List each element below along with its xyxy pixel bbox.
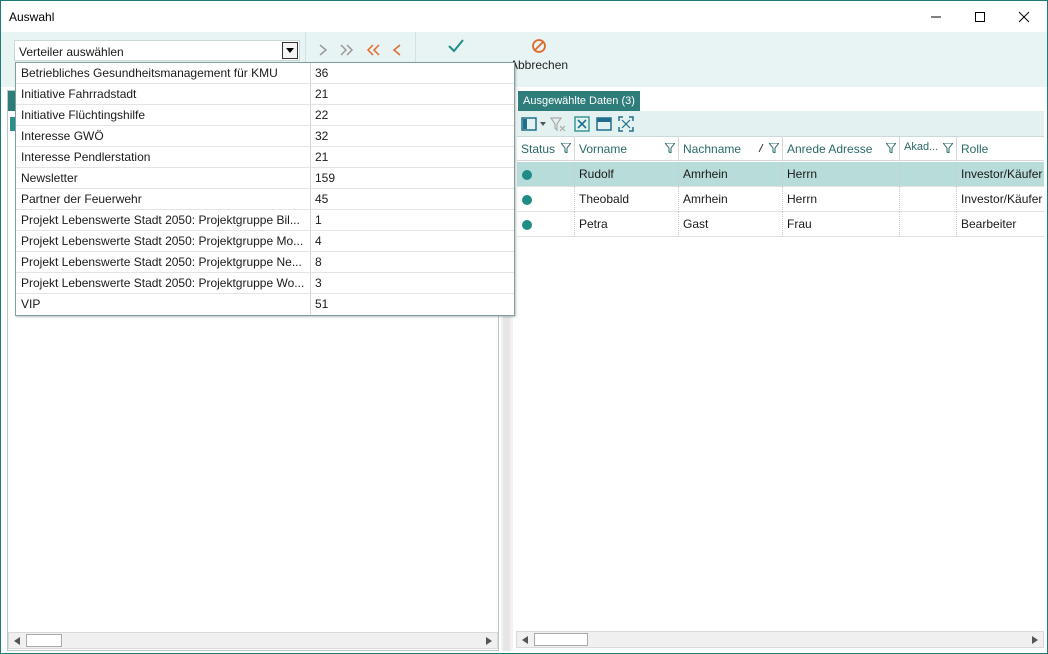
sort-indicator-icon	[758, 144, 764, 152]
maximize-button[interactable]	[957, 1, 1003, 32]
chevron-down-icon[interactable]	[540, 122, 546, 126]
window-title: Auswahl	[9, 10, 55, 24]
status-cell	[517, 212, 575, 237]
combo-value: Verteiler auswählen	[19, 45, 124, 59]
filter-icon[interactable]	[943, 143, 953, 153]
cancel-label: Abbrechen	[510, 58, 569, 72]
table-row[interactable]: Theobald Amrhein Herrn Investor/Käufer	[517, 187, 1044, 212]
verteiler-combobox[interactable]: Verteiler auswählen	[14, 40, 300, 61]
maximize-icon	[975, 11, 985, 22]
dropdown-option[interactable]: VIP 51	[16, 294, 514, 315]
move-all-right-button[interactable]	[336, 40, 358, 60]
confirm-button[interactable]	[447, 38, 465, 58]
checkmark-icon	[448, 39, 464, 53]
scroll-right-button[interactable]	[481, 633, 497, 648]
columns-icon[interactable]	[521, 116, 537, 132]
rolle-cell: Bearbeiter	[961, 217, 1017, 231]
column-header-anrede[interactable]: Anrede Adresse	[783, 137, 900, 161]
dropdown-option[interactable]: Initiative Flüchtingshilfe 22	[16, 105, 514, 126]
status-cell	[517, 162, 575, 187]
status-dot-icon	[522, 220, 532, 230]
filter-icon[interactable]	[769, 143, 779, 153]
status-dot-icon	[522, 195, 532, 205]
triangle-left-icon	[14, 636, 20, 645]
scroll-left-button[interactable]	[517, 632, 533, 647]
right-horizontal-scrollbar[interactable]	[516, 631, 1044, 648]
anrede-cell: Herrn	[783, 162, 900, 187]
dropdown-option[interactable]: Interesse Pendlerstation 21	[16, 147, 514, 168]
fit-columns-icon[interactable]	[618, 116, 634, 132]
filter-icon[interactable]	[665, 143, 675, 153]
triangle-right-icon	[486, 636, 492, 645]
move-all-left-button[interactable]	[362, 40, 384, 60]
dropdown-option[interactable]: Betriebliches Gesundheitsmanagement für …	[16, 63, 514, 84]
dropdown-option[interactable]: Projekt Lebenswerte Stadt 2050: Projektg…	[16, 231, 514, 252]
nachname-cell: Gast	[679, 212, 783, 237]
dropdown-option[interactable]: Newsletter 159	[16, 168, 514, 189]
double-chevron-left-icon	[366, 44, 380, 56]
move-right-button[interactable]	[312, 40, 334, 60]
dropdown-option[interactable]: Projekt Lebenswerte Stadt 2050: Projektg…	[16, 273, 514, 294]
dropdown-option[interactable]: Projekt Lebenswerte Stadt 2050: Projektg…	[16, 252, 514, 273]
close-window-button[interactable]	[1001, 1, 1047, 32]
dropdown-option[interactable]: Projekt Lebenswerte Stadt 2050: Projektg…	[16, 210, 514, 231]
vorname-cell: Theobald	[575, 187, 679, 212]
dropdown-option[interactable]: Partner der Feuerwehr 45	[16, 189, 514, 210]
close-icon	[1018, 11, 1030, 22]
chevron-right-icon	[319, 44, 328, 56]
rolle-cell: Investor/Käufer	[961, 167, 1043, 181]
rolle-cell: Investor/Käufer	[961, 192, 1043, 206]
dropdown-option[interactable]: Interesse GWÖ 32	[16, 126, 514, 147]
column-header-status[interactable]: Status	[517, 137, 575, 161]
table-row[interactable]: Petra Gast Frau Bearbeiter	[517, 212, 1044, 237]
vorname-cell: Rudolf	[575, 162, 679, 187]
akad-cell	[900, 162, 957, 187]
chevron-left-icon	[392, 44, 401, 56]
cancel-button[interactable]: Abbrechen	[510, 38, 568, 72]
scrollbar-thumb[interactable]	[26, 634, 62, 647]
table-row[interactable]: Rudolf Amrhein Herrn Investor/Käufer	[517, 162, 1044, 187]
grid-toolbar	[517, 111, 1044, 137]
verteiler-dropdown-list: Betriebliches Gesundheitsmanagement für …	[15, 62, 515, 316]
cancel-icon	[532, 39, 546, 53]
minimize-icon	[931, 16, 941, 17]
anrede-cell: Frau	[783, 212, 900, 237]
selected-data-panel: Ausgewählte Daten (3) Status Vorname Nac…	[515, 90, 1046, 651]
triangle-right-icon	[1032, 635, 1038, 644]
status-cell	[517, 187, 575, 212]
triangle-left-icon	[522, 635, 528, 644]
scroll-left-button[interactable]	[9, 633, 25, 648]
column-header-rolle[interactable]: Rolle	[957, 137, 1044, 161]
nachname-cell: Amrhein	[679, 162, 783, 187]
status-dot-icon	[522, 170, 532, 180]
clear-filter-icon[interactable]	[550, 116, 566, 132]
minimize-button[interactable]	[913, 1, 959, 32]
filter-icon[interactable]	[886, 143, 896, 153]
nachname-cell: Amrhein	[679, 187, 783, 212]
column-header-vorname[interactable]: Vorname	[575, 137, 679, 161]
column-header-nachname[interactable]: Nachname	[679, 137, 783, 161]
column-header-akad[interactable]: Akad...	[900, 137, 957, 161]
selected-data-tab[interactable]: Ausgewählte Daten (3)	[518, 91, 640, 111]
auswahl-window: Auswahl Verteiler auswählen Abbrechen Au…	[0, 0, 1048, 654]
double-chevron-right-icon	[340, 44, 354, 56]
layout-icon[interactable]	[596, 116, 612, 132]
combo-dropdown-button[interactable]	[282, 42, 298, 59]
scroll-right-button[interactable]	[1027, 632, 1043, 647]
scrollbar-thumb[interactable]	[534, 633, 588, 646]
filter-icon[interactable]	[561, 143, 571, 153]
excel-export-icon[interactable]	[574, 116, 590, 132]
akad-cell	[900, 187, 957, 212]
dropdown-option[interactable]: Initiative Fahrradstadt 21	[16, 84, 514, 105]
akad-cell	[900, 212, 957, 237]
grid-header: Status Vorname Nachname Anrede Adresse A…	[517, 137, 1044, 161]
move-left-button[interactable]	[386, 40, 408, 60]
chevron-down-icon	[286, 48, 294, 53]
left-horizontal-scrollbar[interactable]	[8, 632, 498, 649]
anrede-cell: Herrn	[783, 187, 900, 212]
vorname-cell: Petra	[575, 212, 679, 237]
title-bar: Auswahl	[1, 1, 1047, 32]
